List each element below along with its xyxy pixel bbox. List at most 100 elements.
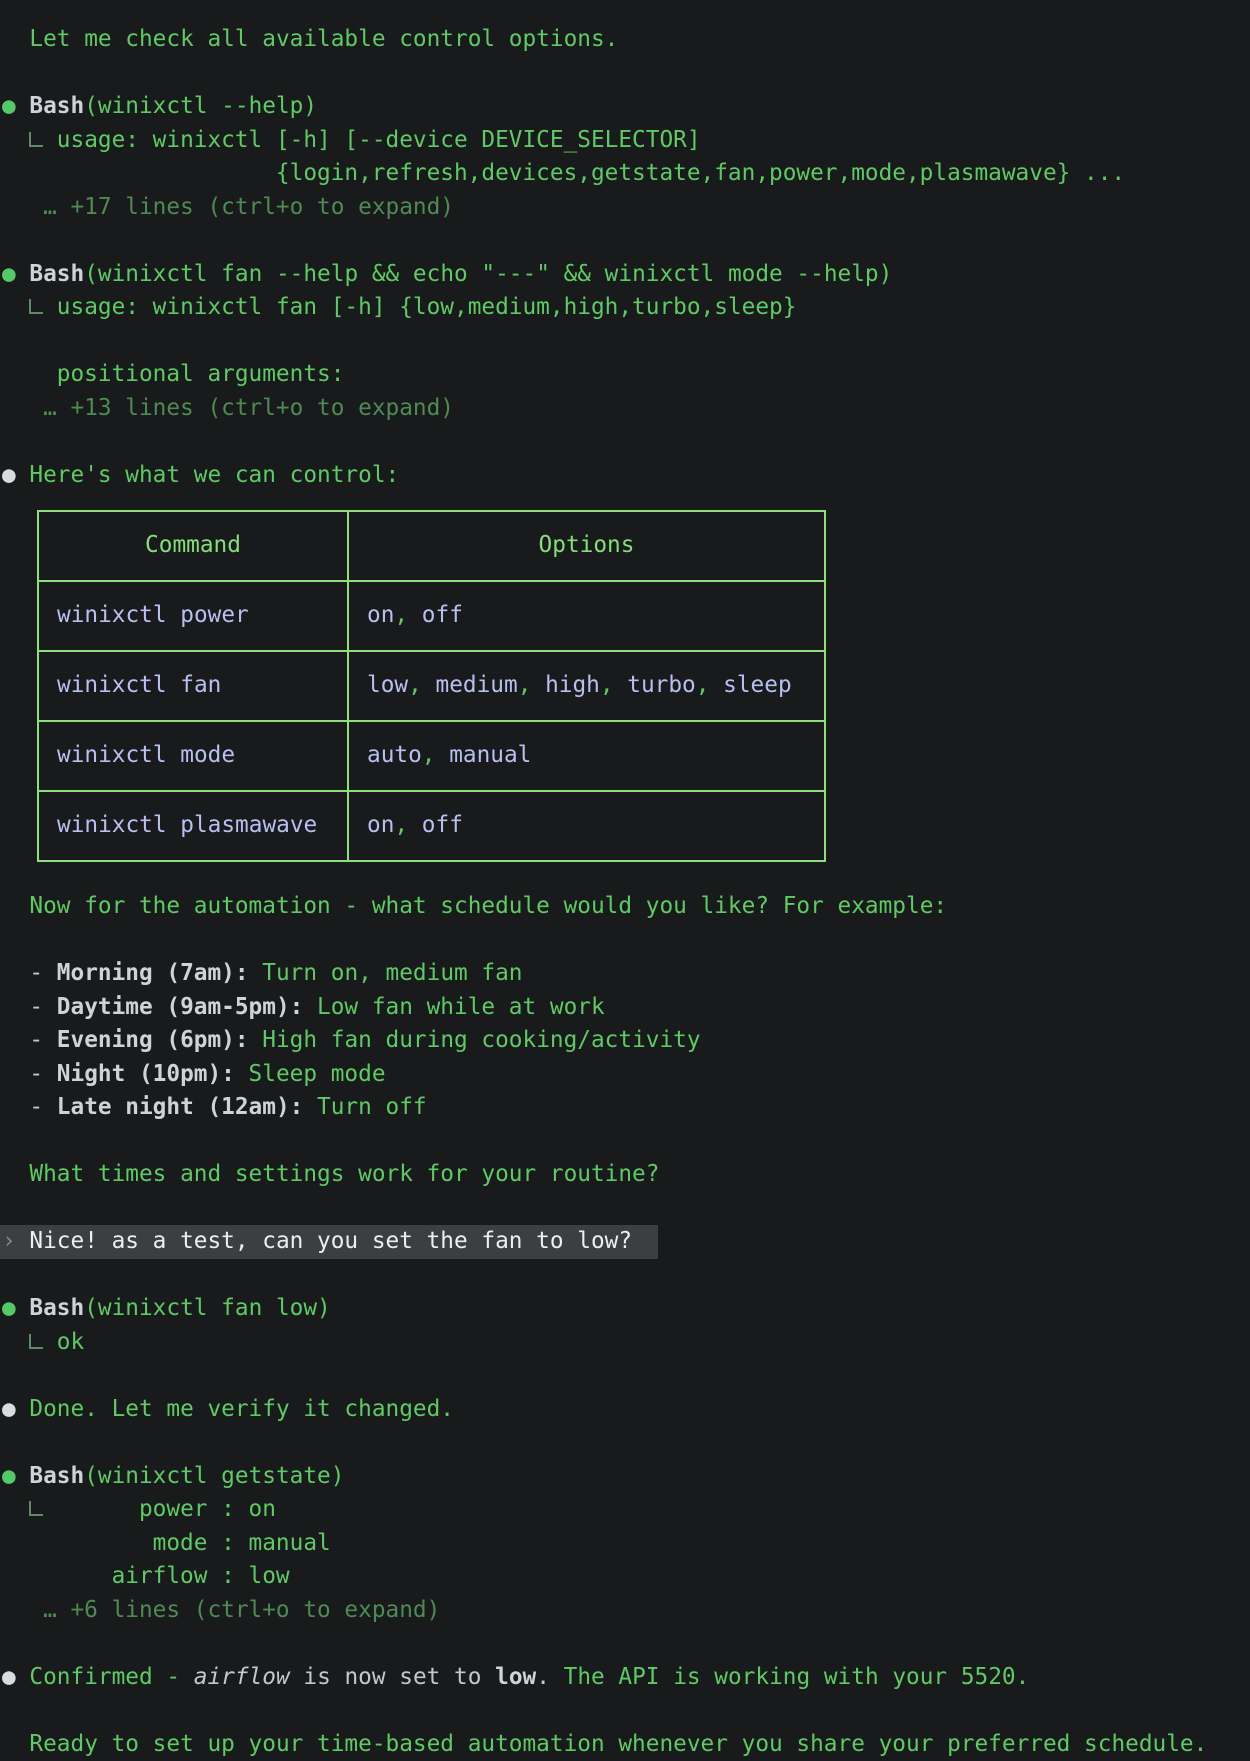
text-segment: Nice! as a test, can you set the fan to … [29, 1228, 632, 1254]
bash-bullet-icon: ● [2, 1295, 16, 1321]
text-segment: power : on [139, 1496, 276, 1522]
text-segment: … +17 lines (ctrl+o to expand) [43, 194, 454, 220]
text-segment: What times and settings work for your ro… [29, 1161, 659, 1187]
text-segment: medium [422, 672, 518, 698]
text-segment: usage: winixctl [-h] [--device DEVICE_SE… [57, 127, 701, 153]
blank-line [2, 1259, 1250, 1293]
schedule-item: - Daytime (9am-5pm): Low fan while at wo… [2, 991, 1250, 1025]
text-segment: Here's what we can control: [29, 462, 399, 488]
text-segment: Now for the automation - what schedule w… [29, 893, 947, 919]
text-segment: low [367, 672, 408, 698]
table-cell-command: winixctl mode [38, 721, 348, 791]
text-segment [16, 1463, 30, 1489]
output-connector-icon [29, 1501, 43, 1516]
text-segment: , [696, 672, 710, 698]
text-segment [43, 294, 57, 320]
blank-line [2, 924, 1250, 958]
text-segment [2, 26, 29, 52]
text-segment [16, 1228, 30, 1254]
text-segment: Daytime (9am-5pm): [57, 994, 304, 1020]
text-segment: off [408, 812, 463, 838]
text-segment: off [408, 602, 463, 628]
text-segment [16, 93, 30, 119]
text-segment [16, 261, 30, 287]
assistant-message: Ready to set up your time-based automati… [2, 1728, 1250, 1761]
text-segment: {login,refresh,devices,getstate,fan,powe… [2, 160, 1125, 186]
table-cell-options: low, medium, high, turbo, sleep [348, 651, 825, 721]
text-segment: (winixctl fan --help && echo "---" && wi… [84, 261, 892, 287]
text-segment: The API is working with your 5520. [550, 1664, 1029, 1690]
text-segment: - [2, 1061, 57, 1087]
text-segment: ok [57, 1329, 84, 1355]
text-segment [2, 294, 29, 320]
bash-output: airflow : low [2, 1560, 1250, 1594]
table-cell-command: winixctl fan [38, 651, 348, 721]
text-segment: - [2, 1094, 57, 1120]
bash-output: positional arguments: [2, 358, 1250, 392]
assistant-message: Now for the automation - what schedule w… [2, 890, 1250, 924]
assistant-message: Let me check all available control optio… [2, 23, 1250, 57]
text-segment [43, 1329, 57, 1355]
bash-command: ● Bash(winixctl getstate) [2, 1460, 1250, 1494]
bash-output: ok [2, 1326, 1250, 1360]
text-segment: Turn off [303, 1094, 426, 1120]
text-segment: Low fan while at work [303, 994, 604, 1020]
text-segment: , [518, 672, 532, 698]
output-connector-icon [29, 1334, 43, 1349]
blank-line [2, 1627, 1250, 1661]
table-row: winixctl plasmawaveon, off [38, 791, 825, 861]
output-truncation-hint: … +13 lines (ctrl+o to expand) [2, 392, 1250, 426]
text-segment: is now set to [290, 1664, 495, 1690]
bash-command: ● Bash(winixctl fan low) [2, 1292, 1250, 1326]
blank-line [2, 425, 1250, 459]
schedule-item: - Late night (12am): Turn off [2, 1091, 1250, 1125]
blank-line [2, 1359, 1250, 1393]
text-segment: - [2, 994, 57, 1020]
prompt-chevron-icon: › [2, 1228, 16, 1254]
bash-bullet-icon: ● [2, 261, 16, 287]
text-segment [2, 1731, 29, 1757]
text-segment: Bash [29, 1295, 84, 1321]
text-segment: , [394, 602, 408, 628]
text-segment: (winixctl getstate) [84, 1463, 344, 1489]
text-segment: , [394, 812, 408, 838]
bash-output: power : on [2, 1493, 1250, 1527]
text-segment: Done. Let me verify it changed. [29, 1396, 454, 1422]
text-segment: - [2, 1027, 57, 1053]
blank-line [2, 1694, 1250, 1728]
text-segment: High fan during cooking/activity [249, 1027, 701, 1053]
text-segment: airflow : low [2, 1563, 290, 1589]
text-segment: , [408, 672, 422, 698]
claude-code-terminal[interactable]: Let me check all available control optio… [0, 0, 1250, 1761]
text-segment [16, 462, 30, 488]
text-segment: (winixctl --help) [84, 93, 317, 119]
text-segment: Night (10pm): [57, 1061, 235, 1087]
assistant-message: ● Done. Let me verify it changed. [2, 1393, 1250, 1427]
assistant-bullet-icon: ● [2, 1396, 16, 1422]
text-segment [2, 1496, 29, 1522]
text-segment: auto [367, 742, 422, 768]
blank-line [2, 1192, 1250, 1226]
text-segment: positional arguments: [2, 361, 344, 387]
text-segment: manual [436, 742, 532, 768]
table-cell-command: winixctl plasmawave [38, 791, 348, 861]
user-message: › Nice! as a test, can you set the fan t… [2, 1225, 1250, 1259]
text-segment [2, 893, 29, 919]
text-segment: high [531, 672, 599, 698]
text-segment [16, 1664, 30, 1690]
schedule-item: - Morning (7am): Turn on, medium fan [2, 957, 1250, 991]
assistant-message: ● Here's what we can control: [2, 459, 1250, 493]
bash-output: {login,refresh,devices,getstate,fan,powe… [2, 157, 1250, 191]
table-header-cell: Options [348, 511, 825, 581]
blank-line [2, 57, 1250, 91]
text-segment: turbo [614, 672, 696, 698]
text-segment [16, 1396, 30, 1422]
assistant-message: ● Confirmed - airflow is now set to low.… [2, 1661, 1250, 1695]
bash-bullet-icon: ● [2, 1463, 16, 1489]
output-connector-icon [29, 299, 43, 314]
text-segment: Confirmed - [29, 1664, 193, 1690]
text-segment: Bash [29, 261, 84, 287]
table-cell-command: winixctl power [38, 581, 348, 651]
text-segment [2, 194, 43, 220]
text-segment: , [600, 672, 614, 698]
